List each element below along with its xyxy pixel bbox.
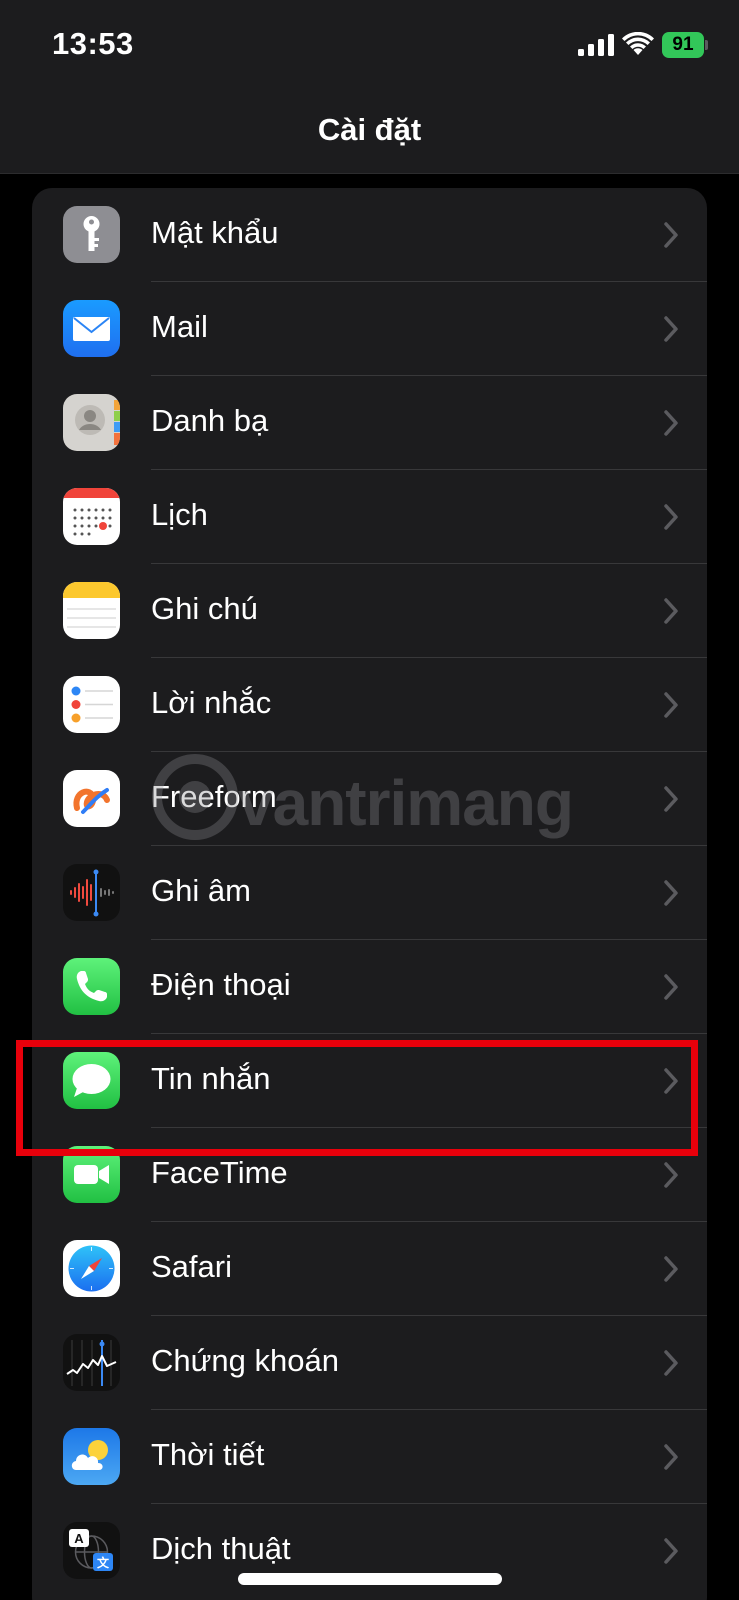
- settings-item-label: Ghi âm: [151, 873, 251, 908]
- settings-item-label: Thời tiết: [151, 1437, 265, 1472]
- stocks-icon: [63, 1334, 120, 1391]
- settings-item-label: FaceTime: [151, 1155, 288, 1190]
- contacts-icon: [63, 394, 120, 451]
- settings-item-contacts[interactable]: Danh bạ: [32, 376, 707, 470]
- status-time: 13:53: [52, 26, 134, 61]
- key-icon: [63, 206, 120, 263]
- chevron-right-icon: [664, 786, 678, 812]
- battery-tip: [705, 40, 708, 50]
- notes-icon: [63, 582, 120, 639]
- chevron-right-icon: [664, 1444, 678, 1470]
- wifi-icon: [622, 32, 654, 55]
- translate-icon: A文: [63, 1522, 120, 1579]
- svg-text:文: 文: [97, 1555, 110, 1570]
- page-title: Cài đặt: [317, 112, 422, 147]
- settings-item-mail[interactable]: Mail: [32, 282, 707, 376]
- phone-icon: [63, 958, 120, 1015]
- settings-item-label: Chứng khoán: [151, 1343, 339, 1378]
- calendar-icon: [63, 488, 120, 545]
- chevron-right-icon: [664, 1350, 678, 1376]
- chevron-right-icon: [664, 1538, 678, 1564]
- settings-item-label: Lịch: [151, 497, 208, 532]
- cellular-signal-icon: [578, 34, 614, 56]
- settings-item-label: Mật khẩu: [151, 215, 279, 250]
- chevron-right-icon: [664, 222, 678, 248]
- weather-icon: [63, 1428, 120, 1485]
- settings-item-label: Mail: [151, 309, 208, 344]
- settings-item-notes[interactable]: Ghi chú: [32, 564, 707, 658]
- mail-icon: [63, 300, 120, 357]
- status-bar: 13:53 91: [0, 0, 739, 90]
- settings-item-stocks[interactable]: Chứng khoán: [32, 1316, 707, 1410]
- settings-item-label: Danh bạ: [151, 403, 269, 438]
- settings-item-label: Safari: [151, 1249, 232, 1284]
- settings-item-voice-memos[interactable]: Ghi âm: [32, 846, 707, 940]
- chevron-right-icon: [664, 974, 678, 1000]
- settings-item-freeform[interactable]: Freeform: [32, 752, 707, 846]
- settings-item-weather[interactable]: Thời tiết: [32, 1410, 707, 1504]
- chevron-right-icon: [664, 880, 678, 906]
- home-indicator[interactable]: [238, 1573, 502, 1585]
- settings-item-calendar[interactable]: Lịch: [32, 470, 707, 564]
- chevron-right-icon: [664, 1162, 678, 1188]
- chevron-right-icon: [664, 1256, 678, 1282]
- settings-item-phone[interactable]: Điện thoại: [32, 940, 707, 1034]
- settings-item-label: Dịch thuật: [151, 1531, 291, 1566]
- settings-item-label: Freeform: [151, 779, 277, 814]
- battery-indicator: 91: [662, 32, 708, 58]
- chevron-right-icon: [664, 316, 678, 342]
- settings-list: Mật khẩu Mail Danh bạ Lịch Ghi chú Lời n…: [32, 188, 707, 1600]
- settings-item-label: Ghi chú: [151, 591, 258, 626]
- battery-level: 91: [662, 32, 704, 58]
- svg-text:A: A: [74, 1531, 84, 1546]
- settings-item-label: Lời nhắc: [151, 685, 272, 720]
- navigation-bar: Cài đặt: [0, 90, 739, 174]
- chevron-right-icon: [664, 504, 678, 530]
- voice-memos-icon: [63, 864, 120, 921]
- chevron-right-icon: [664, 410, 678, 436]
- chevron-right-icon: [664, 598, 678, 624]
- safari-icon: [63, 1240, 120, 1297]
- settings-item-reminders[interactable]: Lời nhắc: [32, 658, 707, 752]
- reminders-icon: [63, 676, 120, 733]
- settings-item-safari[interactable]: Safari: [32, 1222, 707, 1316]
- chevron-right-icon: [664, 692, 678, 718]
- settings-item-label: Điện thoại: [151, 967, 291, 1002]
- settings-item-passwords[interactable]: Mật khẩu: [32, 188, 707, 282]
- highlight-box: [16, 1040, 698, 1156]
- freeform-icon: [63, 770, 120, 827]
